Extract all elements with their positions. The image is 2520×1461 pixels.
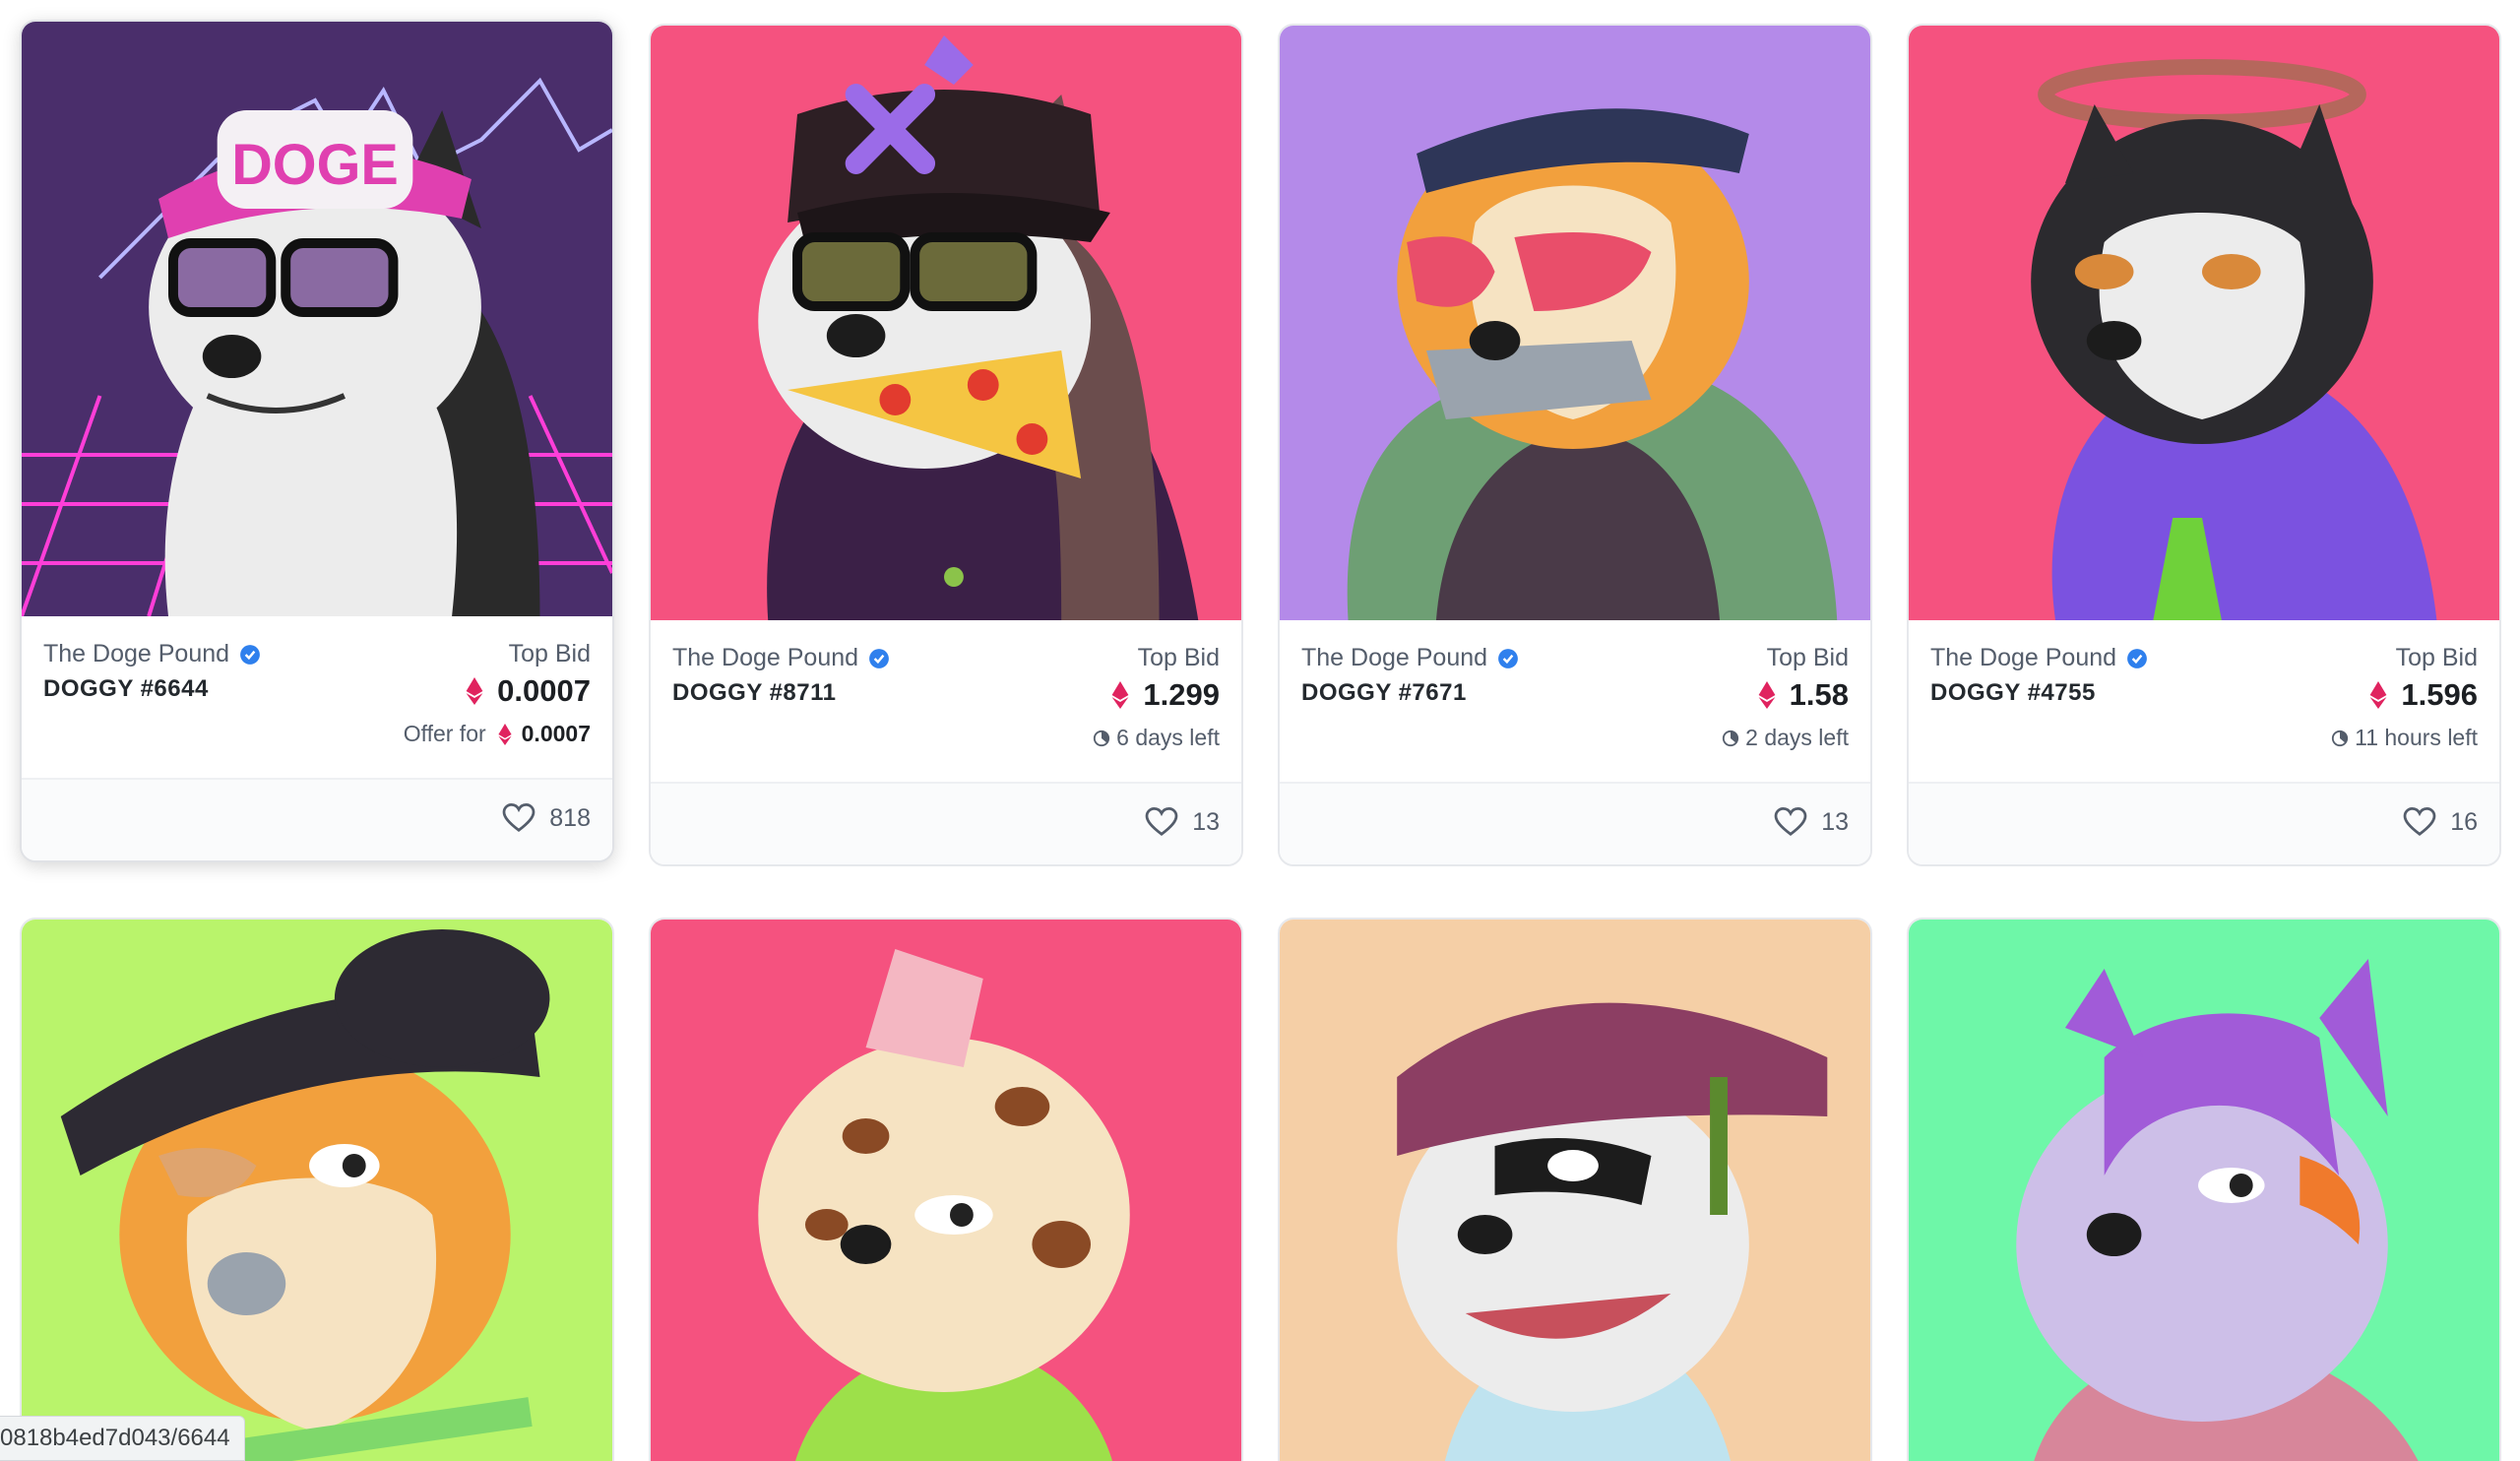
heart-icon bbox=[502, 803, 536, 832]
collection-name[interactable]: The Doge Pound bbox=[672, 644, 890, 672]
doge-artwork-7671 bbox=[1280, 26, 1870, 620]
card-footer: 16 bbox=[1909, 782, 2499, 864]
top-bid-label: Top Bid bbox=[2395, 644, 2478, 671]
heart-icon bbox=[1774, 807, 1807, 836]
heart-icon bbox=[1145, 807, 1178, 836]
doge-artwork-6644: DOGE bbox=[22, 22, 612, 616]
verified-icon bbox=[240, 644, 260, 665]
nft-image[interactable] bbox=[1909, 920, 2499, 1461]
nft-card[interactable]: The Doge Pound DOGGY #8711 Top Bid 1.299… bbox=[649, 24, 1243, 866]
collection-name[interactable]: The Doge Pound bbox=[1301, 644, 1519, 672]
eth-icon bbox=[1758, 681, 1776, 709]
time-left-label: 6 days left bbox=[1116, 725, 1220, 750]
clock-icon bbox=[1094, 730, 1110, 746]
collection-name[interactable]: The Doge Pound bbox=[1930, 644, 2148, 672]
time-left-label: 2 days left bbox=[1745, 725, 1849, 750]
bid-amount: 0.0007 bbox=[497, 673, 591, 708]
nft-info: The Doge Pound DOGGY #6644 Top Bid 0.000… bbox=[22, 616, 612, 778]
like-button[interactable]: 818 bbox=[502, 803, 591, 833]
nft-card[interactable]: DOGE The Doge Pound DOGGY #6644 Top Bid … bbox=[20, 20, 614, 862]
top-bid-label: Top Bid bbox=[508, 640, 591, 667]
token-name[interactable]: DOGGY #8711 bbox=[672, 679, 837, 707]
top-bid-value: 1.58 bbox=[1758, 677, 1849, 713]
offer-amount: 0.0007 bbox=[521, 721, 591, 746]
like-count: 13 bbox=[1192, 807, 1220, 836]
nft-info: The Doge Pound DOGGY #8711 Top Bid 1.299… bbox=[651, 620, 1241, 782]
nft-info: The Doge Pound DOGGY #4755 Top Bid 1.596… bbox=[1909, 620, 2499, 782]
verified-icon bbox=[2127, 648, 2147, 668]
time-left: 2 days left bbox=[1722, 725, 1849, 751]
bid-amount: 1.299 bbox=[1143, 677, 1220, 712]
nft-image[interactable] bbox=[22, 920, 612, 1461]
like-button[interactable]: 13 bbox=[1145, 807, 1220, 837]
top-bid-label: Top Bid bbox=[1137, 644, 1220, 671]
nft-image[interactable] bbox=[651, 920, 1241, 1461]
top-bid-value: 0.0007 bbox=[466, 673, 591, 709]
doge-artwork bbox=[651, 920, 1241, 1461]
offer-line: Offer for 0.0007 bbox=[404, 721, 591, 747]
eth-icon bbox=[2370, 681, 2387, 709]
nft-card[interactable] bbox=[649, 918, 1243, 1461]
bid-amount: 1.596 bbox=[2401, 677, 2478, 712]
eth-icon bbox=[1112, 681, 1129, 709]
top-bid-value: 1.299 bbox=[1111, 677, 1220, 713]
nft-image[interactable] bbox=[1909, 26, 2499, 620]
like-button[interactable]: 16 bbox=[2403, 807, 2478, 837]
token-name[interactable]: DOGGY #7671 bbox=[1301, 679, 1467, 707]
nft-card[interactable]: The Doge Pound DOGGY #7671 Top Bid 1.58 … bbox=[1278, 24, 1872, 866]
nft-card[interactable] bbox=[20, 918, 614, 1461]
time-left: 11 hours left bbox=[2331, 725, 2478, 751]
collection-label: The Doge Pound bbox=[1930, 644, 2117, 671]
doge-artwork bbox=[1909, 920, 2499, 1461]
nft-card[interactable]: The Doge Pound DOGGY #4755 Top Bid 1.596… bbox=[1907, 24, 2501, 866]
nft-image[interactable]: DOGE bbox=[22, 22, 612, 616]
like-count: 16 bbox=[2450, 807, 2478, 836]
svg-text:DOGE: DOGE bbox=[231, 134, 399, 197]
nft-image[interactable] bbox=[651, 26, 1241, 620]
like-button[interactable]: 13 bbox=[1774, 807, 1849, 837]
card-footer: 13 bbox=[1280, 782, 1870, 864]
card-footer: 818 bbox=[22, 778, 612, 860]
doge-artwork bbox=[22, 920, 612, 1461]
clock-icon bbox=[1723, 730, 1739, 746]
bid-amount: 1.58 bbox=[1789, 677, 1849, 712]
time-left-label: 11 hours left bbox=[2355, 725, 2478, 750]
status-url-preview: 0818b4ed7d043/6644 bbox=[0, 1416, 245, 1461]
nft-card[interactable] bbox=[1278, 918, 1872, 1461]
verified-icon bbox=[869, 648, 889, 668]
eth-icon bbox=[466, 677, 483, 705]
nft-info: The Doge Pound DOGGY #7671 Top Bid 1.58 … bbox=[1280, 620, 1870, 782]
like-count: 818 bbox=[549, 803, 591, 832]
collection-name[interactable]: The Doge Pound bbox=[43, 640, 261, 668]
collection-label: The Doge Pound bbox=[672, 644, 859, 671]
doge-artwork bbox=[1280, 920, 1870, 1461]
nft-image[interactable] bbox=[1280, 920, 1870, 1461]
top-bid-label: Top Bid bbox=[1766, 644, 1849, 671]
token-name[interactable]: DOGGY #4755 bbox=[1930, 679, 2096, 707]
heart-icon bbox=[2403, 807, 2436, 836]
eth-icon bbox=[498, 723, 512, 745]
offer-label: Offer for bbox=[403, 721, 486, 746]
doge-artwork-8711 bbox=[651, 26, 1241, 620]
doge-artwork-4755 bbox=[1909, 26, 2499, 620]
like-count: 13 bbox=[1821, 807, 1849, 836]
token-name[interactable]: DOGGY #6644 bbox=[43, 675, 209, 703]
collection-label: The Doge Pound bbox=[43, 640, 230, 667]
verified-icon bbox=[1498, 648, 1518, 668]
card-footer: 13 bbox=[651, 782, 1241, 864]
top-bid-value: 1.596 bbox=[2369, 677, 2478, 713]
clock-icon bbox=[2332, 730, 2349, 746]
time-left: 6 days left bbox=[1093, 725, 1220, 751]
nft-image[interactable] bbox=[1280, 26, 1870, 620]
nft-card[interactable] bbox=[1907, 918, 2501, 1461]
collection-label: The Doge Pound bbox=[1301, 644, 1488, 671]
